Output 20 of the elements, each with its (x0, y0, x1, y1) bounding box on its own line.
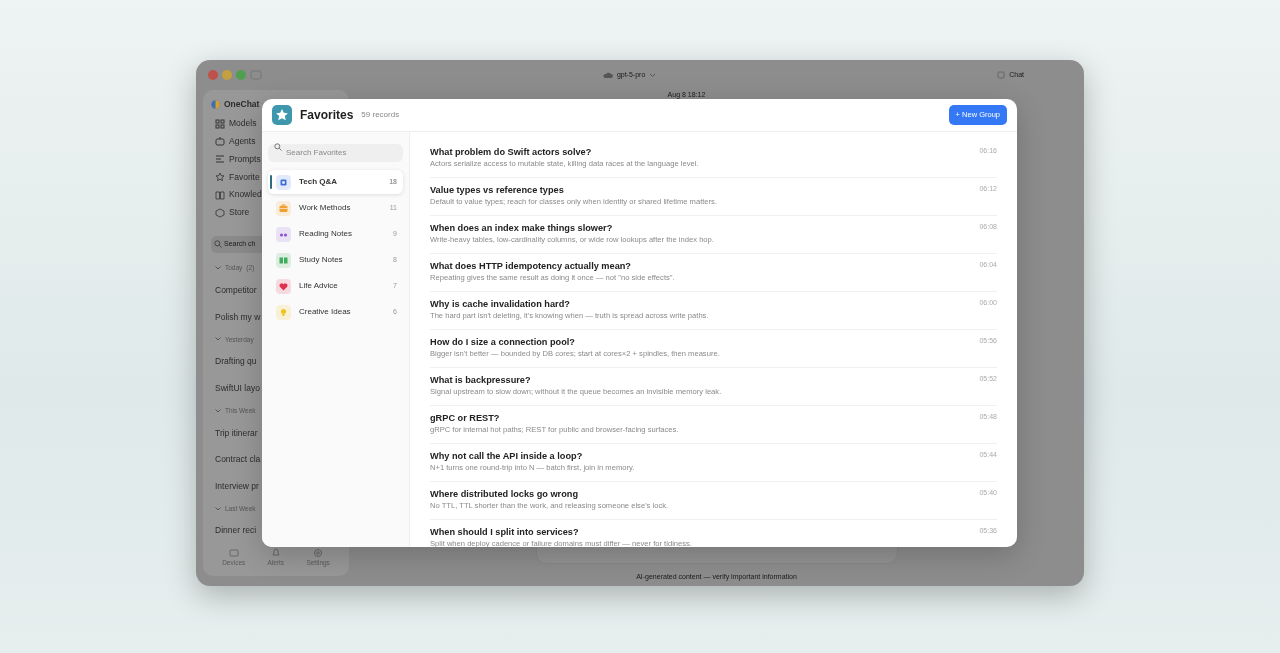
record-title: When does an index make things slower? (430, 222, 614, 235)
record-title: What problem do Swift actors solve? (430, 146, 593, 159)
group-label: Study Notes (299, 254, 344, 267)
record-title: When should I split into services? (430, 526, 580, 539)
record-title: Where distributed locks go wrong (430, 488, 580, 501)
record-title: Why is cache invalidation hard? (430, 298, 571, 311)
group-label: Reading Notes (299, 228, 353, 241)
record-title: gRPC or REST? (430, 412, 501, 425)
record-title: What does HTTP idempotency actually mean? (430, 260, 632, 273)
group-label: Work Methods (299, 202, 352, 215)
record-title: How do I size a connection pool? (430, 336, 576, 349)
dialog-title: Favorites (300, 107, 354, 125)
record-title: What is backpressure? (430, 374, 532, 387)
app-name: OneChat (224, 98, 260, 111)
record-title: Value types vs reference types (430, 184, 565, 197)
record-title: Why not call the API inside a loop? (430, 450, 584, 463)
record-count: 59 records (361, 109, 400, 122)
group-label: Life Advice (299, 280, 339, 293)
group-label: Tech Q&A (299, 176, 339, 189)
group-label: Creative Ideas (299, 306, 352, 319)
